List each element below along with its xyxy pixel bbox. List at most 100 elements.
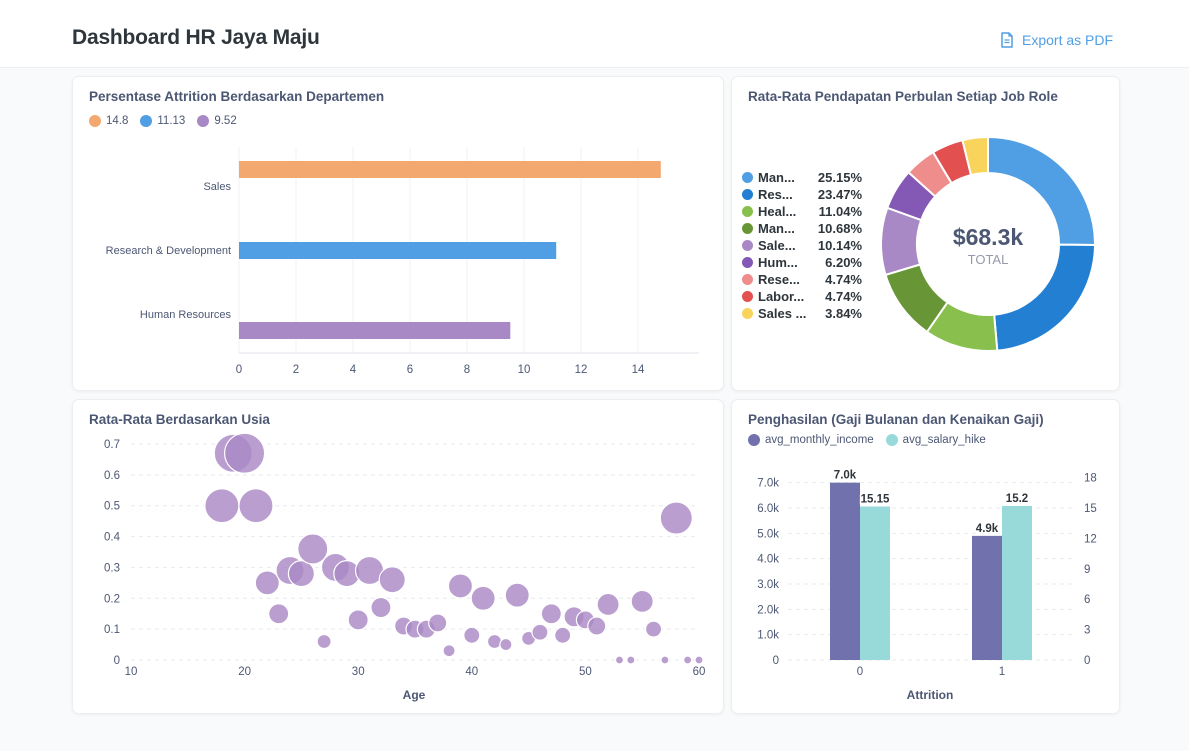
y-category-label: Sales — [203, 181, 231, 193]
age-bubble-chart: 0 0.1 0.2 0.3 0.4 0.5 0.6 0.7 10 20 30 40 50 60 Age — [104, 432, 706, 702]
scatter-point[interactable] — [531, 623, 549, 641]
scatter-point[interactable] — [347, 609, 369, 631]
scatter-point[interactable] — [224, 432, 266, 474]
scatter-point[interactable] — [238, 488, 274, 524]
y-category-label: Research & Development — [106, 245, 231, 257]
scatter-point[interactable] — [644, 620, 663, 638]
scatter-point[interactable] — [554, 626, 572, 644]
income-by-role-card: Rata-Rata Pendapatan Perbulan Setiap Job… — [731, 76, 1120, 391]
data-label: 7.0k — [834, 470, 857, 482]
age-card: Rata-Rata Berdasarkan Usia 0 0.1 0.2 0.3 0.4… — [72, 399, 724, 714]
scatter-point[interactable] — [683, 655, 693, 665]
bar[interactable] — [1002, 505, 1032, 660]
y-tick-label: 0.4 — [104, 532, 121, 544]
attrition-card: Persentase Attrition Berdasarkan Departe… — [72, 76, 724, 391]
y-right-tick-label: 0 — [1084, 655, 1090, 667]
y-right-tick-label: 15 — [1084, 503, 1097, 515]
donut-total-label: TOTAL — [968, 252, 1009, 267]
scatter-point[interactable] — [694, 655, 704, 665]
scatter-point[interactable] — [204, 488, 240, 524]
data-label: 15.15 — [861, 493, 890, 505]
y-tick-label: 0.3 — [104, 562, 120, 574]
x-tick-label: 10 — [518, 364, 531, 376]
scatter-point[interactable] — [370, 596, 392, 619]
scatter-point[interactable] — [659, 501, 693, 535]
scatter-point[interactable] — [268, 603, 290, 625]
page-title: Dashboard HR Jaya Maju — [72, 26, 320, 49]
x-tick-label: 12 — [575, 364, 588, 376]
top-bar: Dashboard HR Jaya Maju Export as PDF — [0, 0, 1189, 68]
x-axis-label: Age — [403, 688, 426, 702]
x-tick-label: 60 — [693, 666, 706, 678]
y-right-tick-label: 3 — [1084, 625, 1090, 637]
scatter-point[interactable] — [316, 633, 332, 650]
y-left-tick-label: 6.0k — [757, 503, 779, 515]
y-left-tick-label: 3.0k — [757, 579, 779, 591]
x-tick-label: 40 — [465, 666, 478, 678]
scatter-point[interactable] — [626, 655, 636, 665]
bar[interactable] — [239, 242, 557, 259]
x-tick-label: 20 — [238, 666, 251, 678]
scatter-point[interactable] — [297, 533, 329, 565]
scatter-point[interactable] — [630, 589, 654, 613]
y-tick-label: 0 — [114, 655, 120, 667]
x-tick-label: 6 — [407, 364, 413, 376]
x-tick-label: 0 — [857, 666, 863, 678]
y-tick-label: 0.5 — [104, 501, 120, 513]
y-tick-label: 0.6 — [104, 470, 120, 482]
y-left-tick-label: 4.0k — [757, 554, 779, 566]
bar[interactable] — [830, 482, 860, 660]
scatter-point[interactable] — [378, 566, 406, 594]
scatter-point[interactable] — [587, 616, 607, 636]
scatter-point[interactable] — [596, 592, 620, 617]
y-left-tick-label: 7.0k — [757, 478, 779, 490]
y-tick-label: 0.1 — [104, 624, 120, 636]
y-right-tick-label: 9 — [1084, 564, 1090, 576]
y-left-tick-label: 5.0k — [757, 528, 779, 540]
bar[interactable] — [239, 322, 511, 339]
export-pdf-label: Export as PDF — [1022, 32, 1114, 48]
x-tick-label: 30 — [352, 666, 365, 678]
scatter-point[interactable] — [447, 573, 474, 599]
scatter-point[interactable] — [486, 633, 503, 650]
attrition-bar-chart: 0 2 4 6 8 10 12 14 Sales Research & Development Hu… — [106, 147, 699, 376]
x-tick-label: 1 — [999, 666, 1005, 678]
bar[interactable] — [860, 506, 890, 660]
scatter-point[interactable] — [499, 637, 513, 652]
export-pdf-button[interactable]: Export as PDF — [1000, 30, 1113, 50]
donut-total-value: $68.3k — [953, 224, 1024, 250]
scatter-point[interactable] — [660, 655, 670, 665]
y-tick-label: 0.2 — [104, 593, 120, 605]
x-tick-label: 0 — [236, 364, 242, 376]
scatter-point[interactable] — [463, 626, 481, 644]
y-tick-label: 0.7 — [104, 439, 120, 451]
scatter-point[interactable] — [614, 655, 625, 665]
y-left-tick-label: 2.0k — [757, 604, 779, 616]
data-label: 4.9k — [976, 523, 999, 535]
scatter-point[interactable] — [470, 585, 496, 611]
y-category-label: Human Resources — [140, 309, 232, 321]
scatter-point[interactable] — [442, 644, 456, 658]
x-tick-label: 50 — [579, 666, 592, 678]
y-left-tick-label: 1.0k — [757, 630, 779, 642]
scatter-point[interactable] — [428, 613, 448, 633]
scatter-point[interactable] — [254, 570, 280, 596]
x-tick-label: 2 — [293, 364, 299, 376]
x-tick-label: 8 — [464, 364, 470, 376]
x-tick-label: 14 — [632, 364, 645, 376]
y-right-tick-label: 12 — [1084, 533, 1097, 545]
scatter-point[interactable] — [540, 603, 562, 625]
data-label: 15.2 — [1006, 493, 1028, 505]
bar[interactable] — [972, 535, 1002, 660]
scatter-point[interactable] — [504, 582, 530, 608]
x-tick-label: 10 — [125, 666, 138, 678]
income-card: Penghasilan (Gaji Bulanan dan Kenaikan G… — [731, 399, 1120, 714]
scatter-point[interactable] — [287, 560, 315, 588]
x-axis-label: Attrition — [907, 688, 954, 702]
y-right-tick-label: 6 — [1084, 594, 1090, 606]
x-tick-label: 4 — [350, 364, 357, 376]
donut-chart: $68.3k TOTAL — [880, 135, 1097, 352]
bar[interactable] — [239, 161, 661, 178]
document-icon — [1001, 32, 1013, 48]
donut-slice[interactable] — [993, 243, 1097, 352]
